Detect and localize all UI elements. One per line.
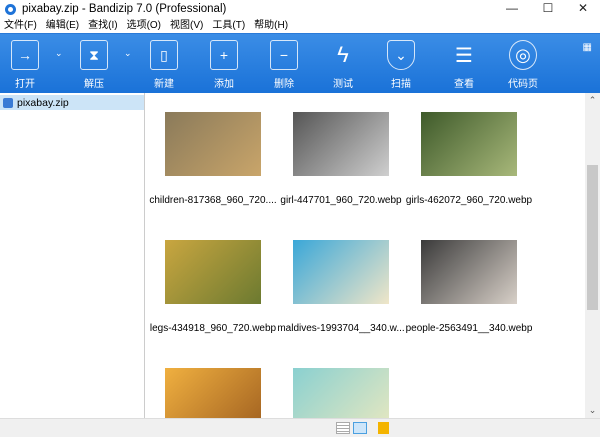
delete-icon: −: [270, 40, 298, 70]
menu-bar: 文件(F) 编辑(E) 查找(I) 选项(O) 视图(V) 工具(T) 帮助(H…: [0, 18, 288, 33]
menu-file[interactable]: 文件(F): [4, 18, 37, 33]
open-icon: →: [11, 40, 39, 70]
file-item[interactable]: maldives-1993704__340.w...: [277, 240, 405, 334]
scrollbar-thumb[interactable]: [587, 165, 598, 310]
list-icon: ☰: [455, 44, 473, 67]
file-thumbnail: [165, 112, 261, 176]
thumbnail-view-icon[interactable]: [353, 422, 367, 434]
scan-label: 扫描: [391, 79, 411, 90]
layout-grid-icon[interactable]: ▦: [583, 42, 592, 53]
extract-icon: ⧗: [80, 40, 108, 70]
shield-icon: ⌄: [387, 40, 415, 70]
menu-edit[interactable]: 编辑(E): [46, 18, 79, 33]
lightning-icon: ϟ: [337, 42, 349, 67]
maximize-button[interactable]: ☐: [533, 0, 563, 16]
folder-tree: pixabay.zip: [0, 93, 145, 418]
file-name: maldives-1993704__340.w...: [277, 323, 405, 334]
file-item[interactable]: children-817368_960_720....: [149, 112, 277, 206]
extract-dropdown-chevron-icon[interactable]: ⌄: [124, 48, 132, 59]
file-thumbnail-view: children-817368_960_720.... girl-447701_9…: [148, 93, 585, 418]
extract-button[interactable]: ⧗ 解压: [71, 40, 117, 90]
test-button[interactable]: ϟ 测试: [320, 40, 366, 90]
zip-icon: [3, 97, 13, 108]
globe-icon: ◎: [509, 40, 537, 70]
scroll-down-icon[interactable]: ⌄: [585, 405, 600, 416]
title-bar: pixabay.zip - Bandizip 7.0 (Professional…: [0, 0, 600, 18]
file-item[interactable]: girls-462072_960_720.webp: [405, 112, 533, 206]
view-button[interactable]: ☰ 查看: [441, 40, 487, 91]
tree-item-label: pixabay.zip: [17, 96, 69, 109]
details-view-icon[interactable]: [336, 422, 350, 434]
toolbar: → 打开 ⌄ ⧗ 解压 ⌄ ▯ 新建 + 添加 − 删除 ϟ 测试 ⌄ 扫描 ☰ 查看 ◎ 代码页…: [0, 33, 600, 93]
delete-label: 删除: [274, 79, 294, 90]
codepage-label: 代码页: [508, 79, 538, 90]
file-thumbnail: [421, 112, 517, 176]
menu-view[interactable]: 视图(V): [170, 18, 203, 33]
file-thumbnail: [165, 368, 261, 418]
view-label: 查看: [454, 79, 474, 90]
file-item[interactable]: [277, 368, 405, 418]
tree-item-archive[interactable]: pixabay.zip: [0, 95, 144, 110]
scan-button[interactable]: ⌄ 扫描: [378, 40, 424, 90]
file-item[interactable]: legs-434918_960_720.webp: [149, 240, 277, 334]
scroll-up-icon[interactable]: ⌃: [585, 95, 600, 106]
menu-help[interactable]: 帮助(H): [254, 18, 288, 33]
file-name: people-2563491__340.webp: [405, 323, 533, 334]
open-label: 打开: [15, 79, 35, 90]
file-thumbnail: [165, 240, 261, 304]
new-archive-icon: ▯: [150, 40, 178, 70]
delete-button[interactable]: − 删除: [261, 40, 307, 90]
archive-info-icon[interactable]: [378, 422, 389, 434]
file-item[interactable]: girl-447701_960_720.webp: [277, 112, 405, 206]
file-thumbnail: [293, 112, 389, 176]
new-button[interactable]: ▯ 新建: [141, 40, 187, 90]
file-thumbnail: [293, 240, 389, 304]
file-name: girl-447701_960_720.webp: [280, 195, 402, 206]
menu-find[interactable]: 查找(I): [88, 18, 117, 33]
new-label: 新建: [154, 79, 174, 90]
file-name: legs-434918_960_720.webp: [149, 323, 277, 334]
file-item[interactable]: [149, 368, 277, 418]
open-button[interactable]: → 打开: [2, 40, 48, 90]
minimize-button[interactable]: —: [497, 0, 527, 16]
add-label: 添加: [214, 79, 234, 90]
file-name: children-817368_960_720....: [149, 195, 277, 206]
menu-options[interactable]: 选项(O): [127, 18, 161, 33]
codepage-button[interactable]: ◎ 代码页: [500, 40, 546, 90]
file-thumbnail: [421, 240, 517, 304]
open-dropdown-chevron-icon[interactable]: ⌄: [55, 48, 63, 59]
file-name: girls-462072_960_720.webp: [405, 195, 533, 206]
add-icon: +: [210, 40, 238, 70]
window-title: pixabay.zip - Bandizip 7.0 (Professional…: [22, 3, 227, 15]
vertical-scrollbar[interactable]: ⌃ ⌄: [585, 93, 600, 418]
file-item[interactable]: people-2563491__340.webp: [405, 240, 533, 334]
status-bar: [0, 418, 600, 437]
bandizip-app-icon: [5, 3, 16, 15]
extract-label: 解压: [84, 79, 104, 90]
test-label: 测试: [333, 79, 353, 90]
add-button[interactable]: + 添加: [201, 40, 247, 90]
close-button[interactable]: ✕: [568, 0, 598, 16]
menu-tools[interactable]: 工具(T): [212, 18, 245, 33]
file-thumbnail: [293, 368, 389, 418]
